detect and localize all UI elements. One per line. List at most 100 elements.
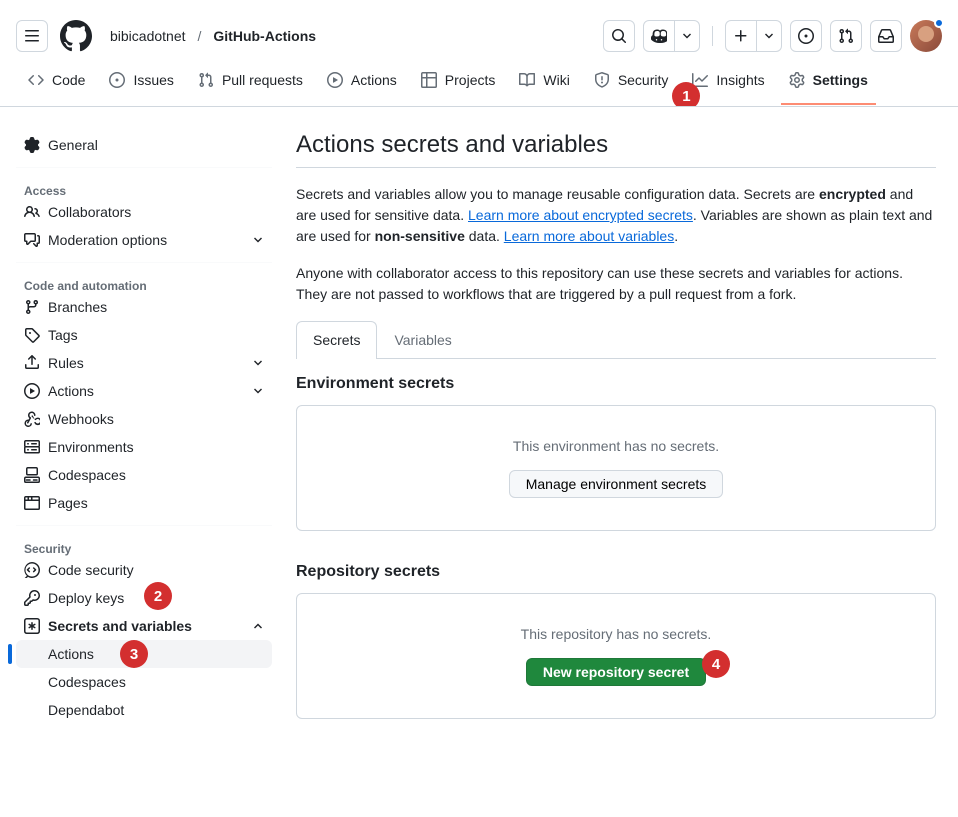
- sidebar-sub-dependabot-label: Dependabot: [48, 702, 124, 718]
- codespaces-icon: [24, 467, 40, 483]
- nav-issues[interactable]: Issues: [101, 64, 181, 106]
- sidebar-branches[interactable]: Branches: [16, 293, 272, 321]
- issues-global-button[interactable]: [790, 20, 822, 52]
- sidebar-moderation[interactable]: Moderation options: [16, 226, 272, 254]
- sidebar-section-security: Security: [16, 534, 272, 556]
- nav-actions[interactable]: Actions: [319, 64, 405, 106]
- learn-variables-link[interactable]: Learn more about variables: [504, 228, 674, 244]
- sidebar-secrets-variables[interactable]: Secrets and variables: [16, 612, 272, 640]
- book-icon: [519, 72, 535, 88]
- user-avatar[interactable]: [910, 20, 942, 52]
- sidebar-collaborators-label: Collaborators: [48, 204, 131, 220]
- sidebar-pages-label: Pages: [48, 495, 88, 511]
- codescan-icon: [24, 562, 40, 578]
- sidebar-actions-label: Actions: [48, 383, 94, 399]
- sidebar-environments-label: Environments: [48, 439, 134, 455]
- sidebar-general[interactable]: General: [16, 131, 272, 159]
- sidebar-sub-dependabot[interactable]: Dependabot: [16, 696, 272, 724]
- annotation-1: 1: [672, 82, 700, 107]
- tab-variables[interactable]: Variables: [377, 321, 468, 358]
- breadcrumb-repo[interactable]: GitHub-Actions: [207, 24, 322, 48]
- toolbar-divider: [712, 26, 713, 46]
- sidebar-actions[interactable]: Actions: [16, 377, 272, 405]
- play-icon: [24, 383, 40, 399]
- issue-icon: [109, 72, 125, 88]
- new-repository-secret-button[interactable]: New repository secret: [526, 658, 706, 686]
- sidebar-section-access: Access: [16, 176, 272, 198]
- git-pull-request-icon: [198, 72, 214, 88]
- sidebar-general-label: General: [48, 137, 98, 153]
- sidebar-deploy-keys-label: Deploy keys: [48, 590, 124, 606]
- nav-wiki[interactable]: Wiki: [511, 64, 577, 106]
- title-divider: [296, 167, 936, 168]
- search-button[interactable]: [603, 20, 635, 52]
- sidebar-secrets-vars-label: Secrets and variables: [48, 618, 192, 634]
- nav-actions-label: Actions: [351, 72, 397, 88]
- repository-secrets-heading: Repository secrets: [296, 563, 936, 581]
- sidebar-moderation-label: Moderation options: [48, 232, 167, 248]
- sidebar-environments[interactable]: Environments: [16, 433, 272, 461]
- notifications-button[interactable]: [870, 20, 902, 52]
- nav-settings[interactable]: Settings: [781, 64, 876, 106]
- sidebar-webhooks[interactable]: Webhooks: [16, 405, 272, 433]
- menu-button[interactable]: [16, 20, 48, 52]
- create-dropdown[interactable]: [757, 20, 782, 52]
- copilot-dropdown[interactable]: [675, 20, 700, 52]
- chevron-down-icon: [252, 234, 264, 246]
- play-icon: [327, 72, 343, 88]
- pull-requests-global-button[interactable]: [830, 20, 862, 52]
- shield-icon: [594, 72, 610, 88]
- nav-projects-label: Projects: [445, 72, 496, 88]
- sidebar-rules-label: Rules: [48, 355, 84, 371]
- repository-empty-message: This repository has no secrets.: [329, 626, 903, 642]
- repository-secrets-box: This repository has no secrets. New repo…: [296, 593, 936, 719]
- sidebar-collaborators[interactable]: Collaborators: [16, 198, 272, 226]
- secrets-variables-tabs: Secrets Variables: [296, 321, 936, 359]
- breadcrumb-owner[interactable]: bibicadotnet: [104, 24, 192, 48]
- comment-discussion-icon: [24, 232, 40, 248]
- git-pull-request-icon: [838, 28, 854, 44]
- sidebar-webhooks-label: Webhooks: [48, 411, 114, 427]
- gear-icon: [789, 72, 805, 88]
- table-icon: [421, 72, 437, 88]
- annotation-3: 3: [120, 640, 148, 668]
- environment-empty-message: This environment has no secrets.: [329, 438, 903, 454]
- tag-icon: [24, 327, 40, 343]
- sidebar-tags[interactable]: Tags: [16, 321, 272, 349]
- nav-settings-label: Settings: [813, 72, 868, 88]
- github-logo-icon: [60, 20, 92, 52]
- copilot-button[interactable]: [643, 20, 675, 52]
- code-icon: [28, 72, 44, 88]
- sidebar-pages[interactable]: Pages: [16, 489, 272, 517]
- key-icon: [24, 590, 40, 606]
- nav-issues-label: Issues: [133, 72, 173, 88]
- sidebar-deploy-keys[interactable]: Deploy keys 2: [16, 584, 272, 612]
- plus-icon: [733, 28, 749, 44]
- github-logo-link[interactable]: [56, 16, 96, 56]
- learn-encrypted-secrets-link[interactable]: Learn more about encrypted secrets: [468, 207, 693, 223]
- sidebar-branches-label: Branches: [48, 299, 107, 315]
- create-button[interactable]: [725, 20, 757, 52]
- sidebar-sub-actions[interactable]: Actions 3: [16, 640, 272, 668]
- people-icon: [24, 204, 40, 220]
- nav-wiki-label: Wiki: [543, 72, 569, 88]
- nav-pull-label: Pull requests: [222, 72, 303, 88]
- nav-security[interactable]: Security 1: [586, 64, 677, 106]
- gear-icon: [24, 137, 40, 153]
- manage-environment-secrets-button[interactable]: Manage environment secrets: [509, 470, 724, 498]
- chevron-down-icon: [681, 30, 693, 42]
- sidebar-sub-codespaces[interactable]: Codespaces: [16, 668, 272, 696]
- nav-projects[interactable]: Projects: [413, 64, 504, 106]
- sidebar-rules[interactable]: Rules: [16, 349, 272, 377]
- tab-secrets[interactable]: Secrets: [296, 321, 377, 358]
- issue-icon: [798, 28, 814, 44]
- nav-code[interactable]: Code: [20, 64, 93, 106]
- sidebar-code-security[interactable]: Code security: [16, 556, 272, 584]
- key-asterisk-icon: [24, 618, 40, 634]
- sidebar-codespaces[interactable]: Codespaces: [16, 461, 272, 489]
- copilot-icon: [651, 28, 667, 44]
- sidebar-codespaces-label: Codespaces: [48, 467, 126, 483]
- settings-sidebar: General Access Collaborators Moderation …: [16, 131, 272, 751]
- nav-pull-requests[interactable]: Pull requests: [190, 64, 311, 106]
- nav-insights-label: Insights: [716, 72, 764, 88]
